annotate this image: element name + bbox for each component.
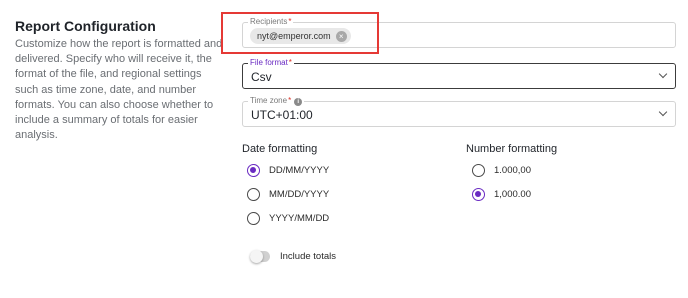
info-icon[interactable]: i (294, 98, 303, 106)
section-description: Customize how the report is formatted an… (15, 38, 223, 142)
radio-button[interactable] (247, 211, 260, 225)
radio-label: 1.000,00 (494, 164, 531, 176)
include-totals-label: Include totals (280, 251, 336, 262)
date-option-yyyymmdd[interactable]: YYYY/MM/DD (247, 211, 329, 225)
chevron-down-icon[interactable] (658, 69, 668, 79)
radio-button[interactable] (472, 163, 485, 177)
number-option-dot-thousands[interactable]: 1.000,00 (472, 163, 531, 177)
section-title: Report Configuration (15, 18, 156, 34)
date-option-mmddyyyy[interactable]: MM/DD/YYYY (247, 187, 329, 201)
include-totals-row[interactable]: Include totals (250, 250, 336, 263)
radio-button[interactable] (247, 187, 260, 201)
include-totals-toggle[interactable] (250, 250, 270, 263)
chevron-down-icon[interactable] (658, 107, 668, 117)
radio-button[interactable] (472, 187, 485, 201)
number-formatting-title: Number formatting (466, 143, 558, 155)
radio-label: 1,000.00 (494, 188, 531, 200)
number-option-comma-thousands[interactable]: 1,000.00 (472, 187, 531, 201)
file-format-select[interactable]: File format* Csv (242, 57, 676, 89)
time-zone-value: UTC+01:00 (251, 108, 313, 122)
date-formatting-title: Date formatting (242, 143, 318, 155)
file-format-label: File format* (248, 57, 294, 69)
time-zone-label: Time zone* i (248, 95, 305, 107)
radio-label: MM/DD/YYYY (269, 188, 330, 200)
file-format-value: Csv (251, 70, 272, 84)
date-option-ddmmyyyy[interactable]: DD/MM/YYYY (247, 163, 329, 177)
time-zone-select[interactable]: Time zone* i UTC+01:00 (242, 95, 676, 127)
toggle-knob (250, 250, 263, 263)
radio-label: YYYY/MM/DD (269, 212, 330, 224)
highlight-box (221, 12, 379, 54)
radio-label: DD/MM/YYYY (269, 164, 330, 176)
radio-button[interactable] (247, 163, 260, 177)
